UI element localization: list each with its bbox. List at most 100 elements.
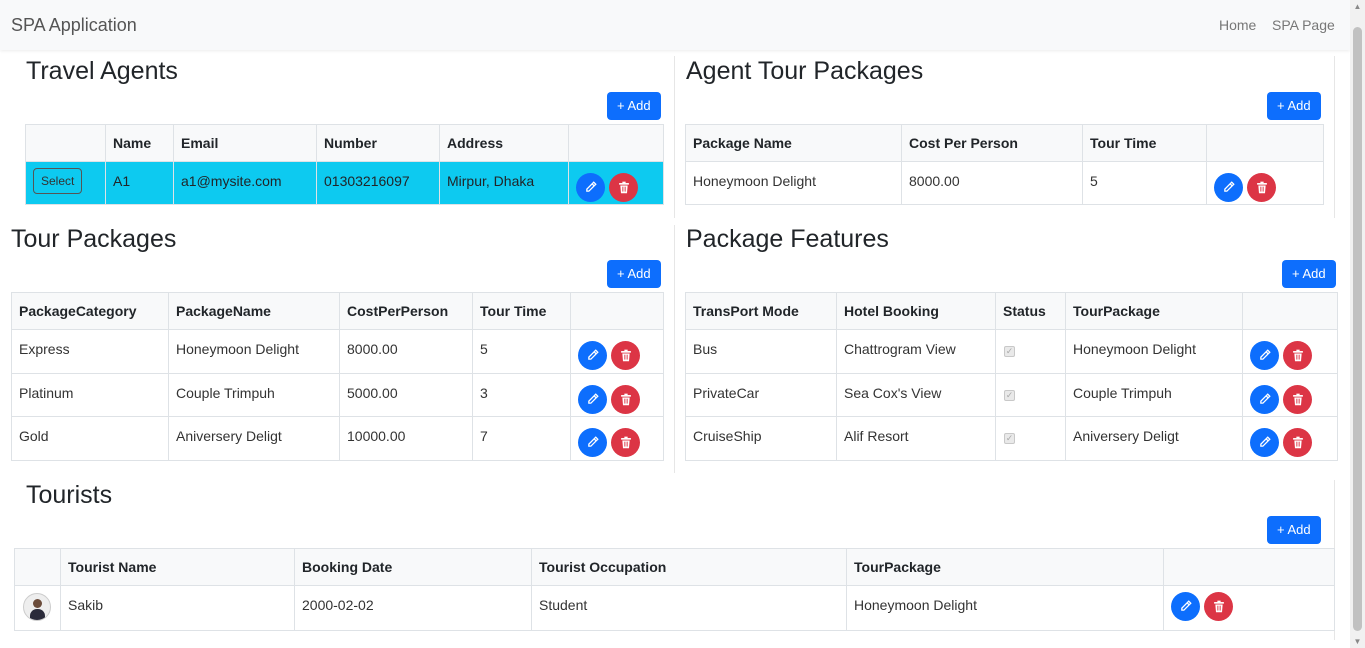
package-name: Couple Trimpuh (168, 373, 340, 417)
trash-icon (1292, 436, 1303, 449)
delete-button[interactable] (1283, 385, 1312, 414)
cost-per-person: 8000.00 (901, 161, 1083, 205)
column-header (25, 124, 106, 162)
tour-time: 5 (1082, 161, 1207, 205)
table-row[interactable]: Select A1 a1@mysite.com 01303216097 Mirp… (25, 161, 664, 205)
tour-package: Honeymoon Delight (846, 585, 1164, 631)
table-row: Sakib 2000-02-02 Student Honeymoon Delig… (14, 585, 1335, 631)
hotel-booking: Alif Resort (836, 416, 996, 461)
pencil-icon (1181, 600, 1192, 611)
tour-packages-table: PackageCategory PackageName CostPerPerso… (11, 292, 664, 461)
tourist-name: Sakib (60, 585, 295, 631)
edit-button[interactable] (1171, 592, 1200, 621)
delete-button[interactable] (609, 173, 638, 202)
transport-mode: Bus (685, 329, 837, 374)
edit-button[interactable] (578, 428, 607, 457)
column-header: PackageCategory (11, 292, 169, 330)
nav-link-spa-page[interactable]: SPA Page (1272, 17, 1335, 33)
booking-date: 2000-02-02 (294, 585, 532, 631)
add-tour-package-button[interactable]: + Add (607, 260, 661, 288)
column-header (1206, 124, 1324, 162)
column-header (570, 292, 664, 330)
edit-button[interactable] (1250, 428, 1279, 457)
pencil-icon (1260, 349, 1271, 360)
status-checkbox: ✓ (1004, 433, 1015, 444)
column-header: TourPackage (846, 548, 1164, 586)
pencil-icon (586, 181, 597, 192)
tourist-avatar (23, 593, 51, 621)
column-header: PackageName (168, 292, 340, 330)
add-agent-tour-package-button[interactable]: + Add (1267, 92, 1321, 120)
delete-button[interactable] (611, 341, 640, 370)
table-row: Gold Aniversery Deligt 10000.00 7 (11, 416, 664, 461)
column-header: Package Name (685, 124, 902, 162)
travel-agents-title: Travel Agents (26, 57, 178, 85)
scroll-down-arrow-icon[interactable]: ▼ (1350, 637, 1365, 646)
column-header (568, 124, 664, 162)
transport-mode: CruiseShip (685, 416, 837, 461)
trash-icon (1256, 181, 1267, 194)
scrollbar-thumb[interactable] (1353, 27, 1362, 631)
tour-package: Aniversery Deligt (1065, 416, 1243, 461)
delete-button[interactable] (1283, 341, 1312, 370)
edit-button[interactable] (1250, 341, 1279, 370)
pencil-icon (588, 393, 599, 404)
column-header: CostPerPerson (339, 292, 473, 330)
scroll-up-arrow-icon[interactable]: ▲ (1350, 2, 1365, 11)
add-package-feature-button[interactable]: + Add (1282, 260, 1336, 288)
transport-mode: PrivateCar (685, 373, 837, 417)
package-category: Express (11, 329, 169, 374)
package-features-title: Package Features (686, 225, 889, 253)
delete-button[interactable] (611, 428, 640, 457)
package-name: Aniversery Deligt (168, 416, 340, 461)
navbar: SPA Application Home SPA Page (0, 0, 1350, 50)
column-header (1242, 292, 1338, 330)
tour-time: 7 (472, 416, 571, 461)
tour-package: Couple Trimpuh (1065, 373, 1243, 417)
tour-packages-title: Tour Packages (11, 225, 177, 253)
column-header: Email (173, 124, 317, 162)
edit-button[interactable] (578, 385, 607, 414)
edit-button[interactable] (578, 341, 607, 370)
pencil-icon (588, 349, 599, 360)
delete-button[interactable] (611, 385, 640, 414)
column-header: Name (105, 124, 174, 162)
column-header (14, 548, 61, 586)
delete-button[interactable] (1204, 592, 1233, 621)
column-header: Tour Time (472, 292, 571, 330)
edit-button[interactable] (1214, 173, 1243, 202)
column-header: Number (316, 124, 440, 162)
delete-button[interactable] (1247, 173, 1276, 202)
brand[interactable]: SPA Application (11, 15, 137, 36)
tourist-occupation: Student (531, 585, 847, 631)
package-name: Honeymoon Delight (168, 329, 340, 374)
add-tourist-button[interactable]: + Add (1267, 516, 1321, 544)
trash-icon (620, 436, 631, 449)
column-header: Tour Time (1082, 124, 1207, 162)
package-category: Platinum (11, 373, 169, 417)
delete-button[interactable] (1283, 428, 1312, 457)
page-scrollbar[interactable]: ▲ ▼ (1350, 0, 1365, 648)
cost-per-person: 5000.00 (339, 373, 473, 417)
hotel-booking: Chattrogram View (836, 329, 996, 374)
agent-tour-packages-title: Agent Tour Packages (686, 57, 924, 85)
table-row: PrivateCar Sea Cox's View ✓ Couple Trimp… (685, 373, 1338, 417)
column-header: Hotel Booking (836, 292, 996, 330)
edit-button[interactable] (576, 173, 605, 202)
pencil-icon (1224, 181, 1235, 192)
add-travel-agent-button[interactable]: + Add (607, 92, 661, 120)
package-category: Gold (11, 416, 169, 461)
nav-link-home[interactable]: Home (1219, 17, 1256, 33)
cost-per-person: 8000.00 (339, 329, 473, 374)
package-features-table: TransPort Mode Hotel Booking Status Tour… (685, 292, 1338, 461)
table-row: Express Honeymoon Delight 8000.00 5 (11, 329, 664, 374)
column-header (1163, 548, 1335, 586)
tourists-table: Tourist Name Booking Date Tourist Occupa… (14, 548, 1335, 631)
tour-time: 3 (472, 373, 571, 417)
divider (1334, 56, 1335, 218)
pencil-icon (1260, 436, 1271, 447)
edit-button[interactable] (1250, 385, 1279, 414)
pencil-icon (588, 436, 599, 447)
column-header: Address (439, 124, 569, 162)
select-agent-button[interactable]: Select (33, 168, 83, 194)
